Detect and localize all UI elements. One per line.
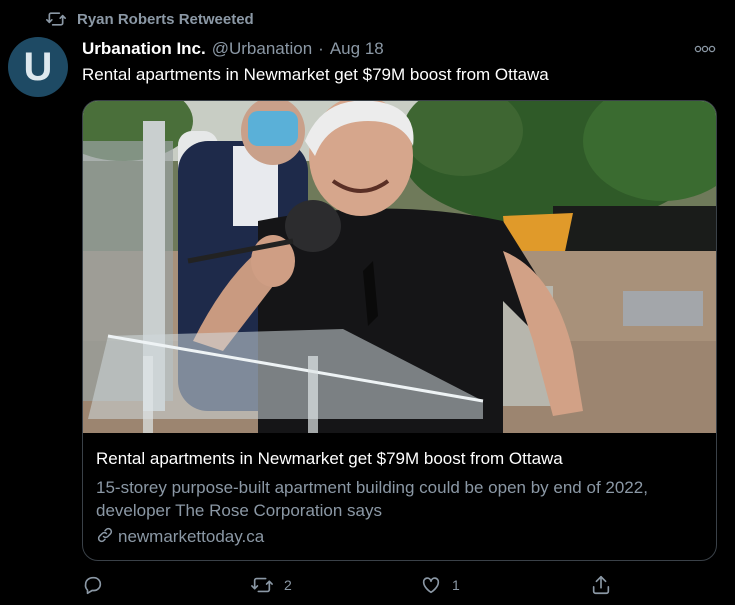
tweet-date[interactable]: Aug 18 xyxy=(330,39,384,59)
retweet-button[interactable]: 2 xyxy=(250,570,292,600)
card-domain-text: newmarkettoday.ca xyxy=(118,527,265,546)
retweeted-by[interactable]: Ryan Roberts Retweeted xyxy=(45,8,254,30)
retweet-icon xyxy=(250,574,274,596)
card-domain[interactable]: newmarkettoday.ca xyxy=(96,525,264,549)
separator: · xyxy=(318,39,324,58)
heart-icon xyxy=(420,574,442,596)
share-button[interactable] xyxy=(590,570,622,600)
avatar-letter: U xyxy=(23,44,53,89)
action-bar: 2 1 xyxy=(0,570,735,600)
author-handle[interactable]: @Urbanation xyxy=(212,39,312,59)
more-icon xyxy=(694,40,716,56)
link-card[interactable]: Rental apartments in Newmarket get $79M … xyxy=(82,100,717,561)
author-name[interactable]: Urbanation Inc. xyxy=(82,39,206,59)
avatar[interactable]: U xyxy=(8,37,68,97)
card-description: 15-storey purpose-built apartment buildi… xyxy=(96,478,648,520)
retweet-icon xyxy=(45,9,67,29)
press-conference-photo[interactable] xyxy=(83,101,716,433)
retweet-count: 2 xyxy=(284,577,292,593)
like-button[interactable]: 1 xyxy=(420,570,460,600)
more-options-button[interactable] xyxy=(693,38,717,58)
card-title: Rental apartments in Newmarket get $79M … xyxy=(96,449,563,468)
tweet-header: Urbanation Inc. @Urbanation · Aug 18 xyxy=(82,37,384,61)
reply-icon xyxy=(82,574,104,596)
tweet-text: Rental apartments in Newmarket get $79M … xyxy=(82,65,549,84)
share-icon xyxy=(590,574,612,596)
link-icon xyxy=(96,526,114,549)
like-count: 1 xyxy=(452,577,460,593)
tweet[interactable]: Ryan Roberts Retweeted U Urbanation Inc.… xyxy=(0,0,735,605)
retweeted-by-text: Ryan Roberts Retweeted xyxy=(77,10,254,28)
reply-button[interactable] xyxy=(82,570,114,600)
